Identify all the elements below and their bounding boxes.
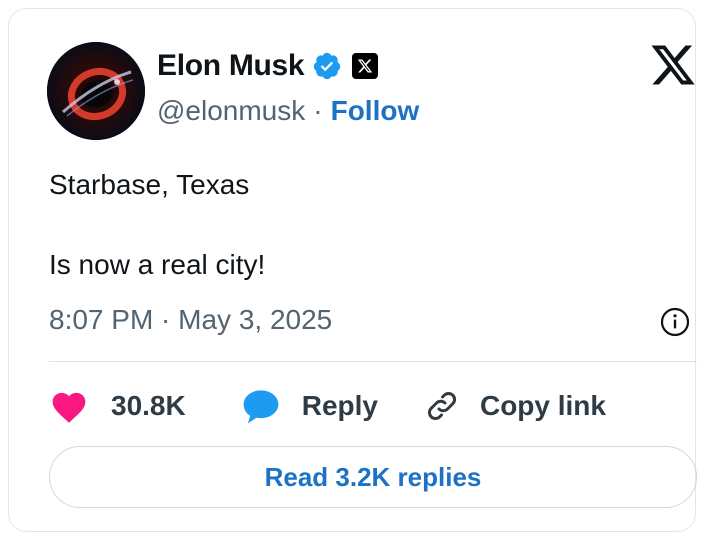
author-name-row: Elon Musk: [157, 49, 379, 83]
tweet-text-line: Is now a real city!: [49, 249, 266, 280]
copy-link-label: Copy link: [479, 390, 606, 421]
read-replies-button[interactable]: Read 3.2K replies: [49, 446, 697, 508]
heart-icon: [49, 388, 89, 424]
avatar[interactable]: [47, 42, 145, 140]
x-affiliate-badge-icon: [352, 53, 379, 79]
author-name[interactable]: Elon Musk: [157, 49, 305, 83]
reply-button[interactable]: Reply: [240, 386, 378, 426]
author-handle-row: @elonmusk · Follow: [157, 95, 419, 127]
copy-link-button[interactable]: Copy link: [424, 388, 606, 424]
speech-bubble-icon: [240, 386, 282, 426]
tweet-timestamp[interactable]: 8:07 PM · May 3, 2025: [49, 304, 332, 336]
separator-dot: ·: [313, 95, 323, 126]
tweet-embed-card: Elon Musk @elonmusk · Follow Starbase, T…: [8, 8, 697, 532]
tweet-text-line: Starbase, Texas: [49, 169, 250, 200]
like-count: 30.8K: [111, 390, 186, 421]
follow-button[interactable]: Follow: [331, 95, 420, 127]
verified-badge-icon: [312, 51, 342, 81]
divider: [49, 361, 697, 362]
tweet-actions: 30.8K Reply Copy link: [49, 384, 606, 428]
x-logo-icon[interactable]: [649, 43, 697, 89]
like-button[interactable]: 30.8K: [49, 388, 186, 424]
link-icon: [424, 388, 460, 424]
reply-label: Reply: [301, 390, 378, 421]
author-handle[interactable]: @elonmusk: [157, 95, 305, 127]
info-icon[interactable]: [659, 306, 691, 338]
tweet-text: Starbase, Texas Is now a real city!: [49, 165, 265, 285]
